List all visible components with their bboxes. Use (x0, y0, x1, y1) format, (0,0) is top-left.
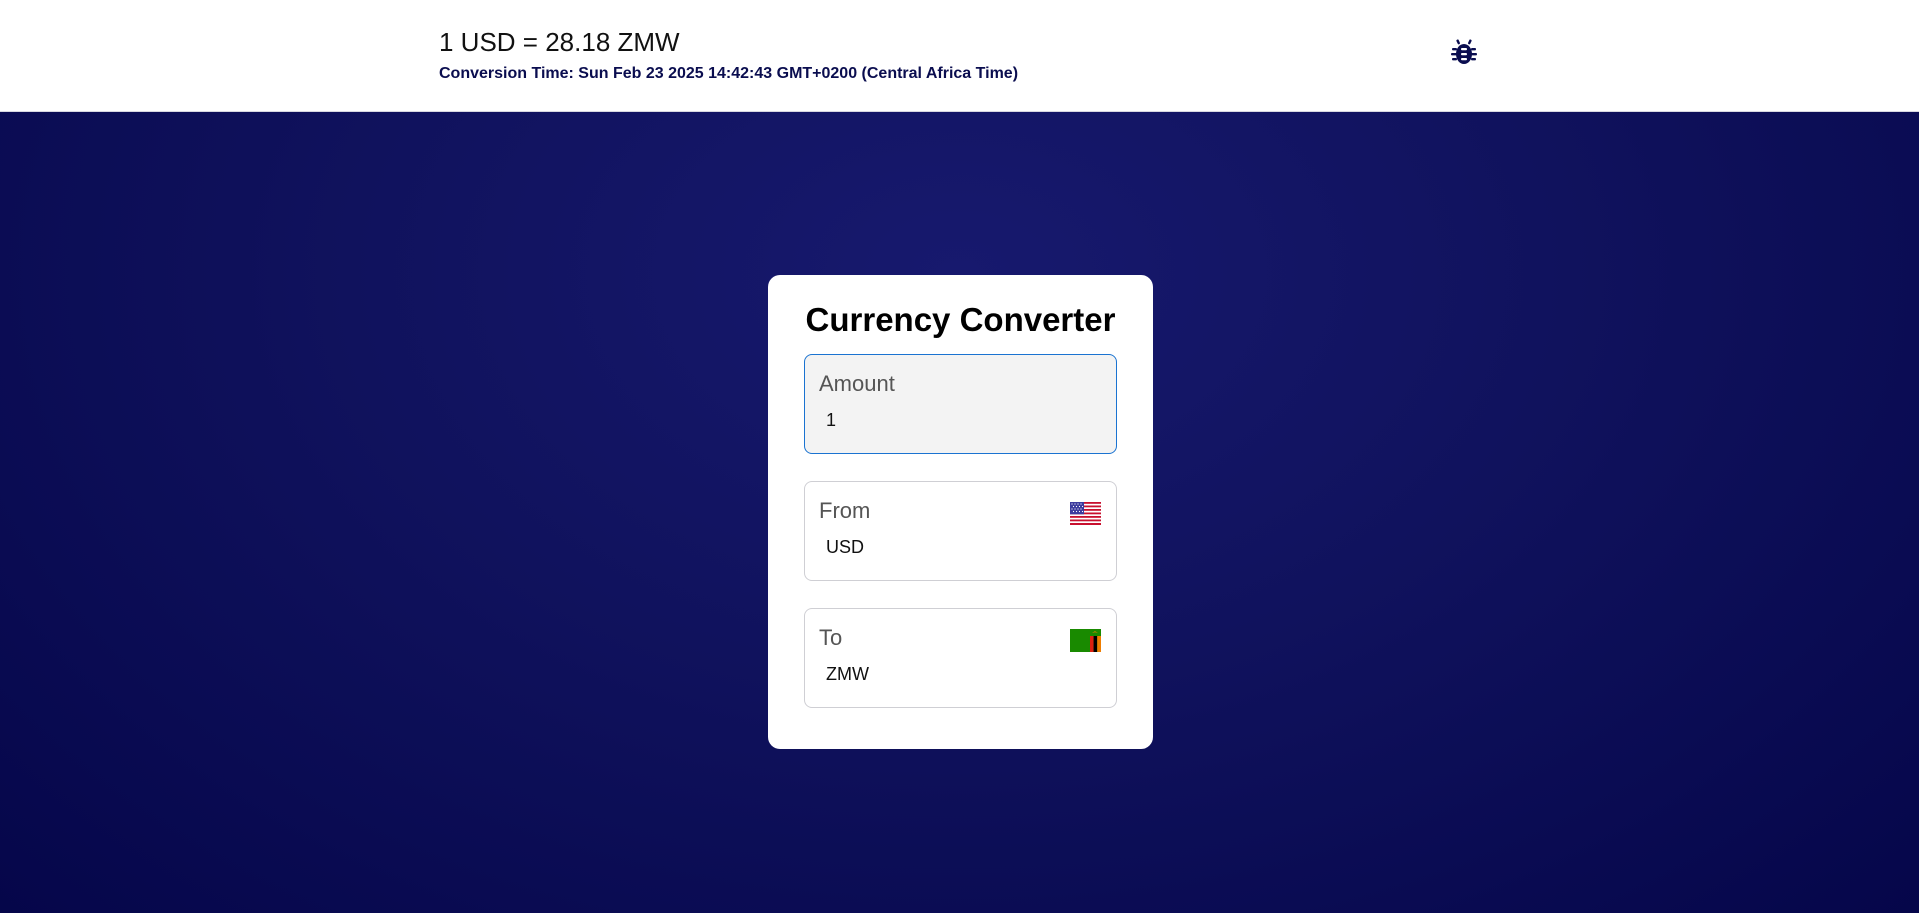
zambia-flag-icon (1070, 629, 1101, 652)
us-flag-icon (1070, 502, 1101, 525)
exchange-rate: 1 USD = 28.18 ZMW (439, 27, 680, 57)
amount-field[interactable]: Amount 1 (804, 354, 1117, 454)
from-currency-select[interactable]: From USD (804, 481, 1117, 581)
conversion-time: Conversion Time: Sun Feb 23 2025 14:42:4… (439, 65, 1019, 82)
top-bar: 1 USD = 28.18 ZMW Conversion Time: Sun F… (0, 0, 1919, 112)
amount-label: Amount (819, 371, 895, 396)
page-title: Currency Converter (805, 301, 1116, 338)
to-currency-select[interactable]: To ZMW (804, 608, 1117, 708)
from-label: From (819, 498, 871, 523)
converter-card: Currency Converter Amount 1 From USD To (768, 275, 1153, 749)
to-label: To (819, 625, 843, 650)
bug-icon[interactable] (1451, 39, 1477, 67)
from-currency-value[interactable]: USD (826, 537, 864, 558)
amount-input[interactable]: 1 (826, 410, 836, 431)
to-currency-value[interactable]: ZMW (826, 664, 869, 685)
